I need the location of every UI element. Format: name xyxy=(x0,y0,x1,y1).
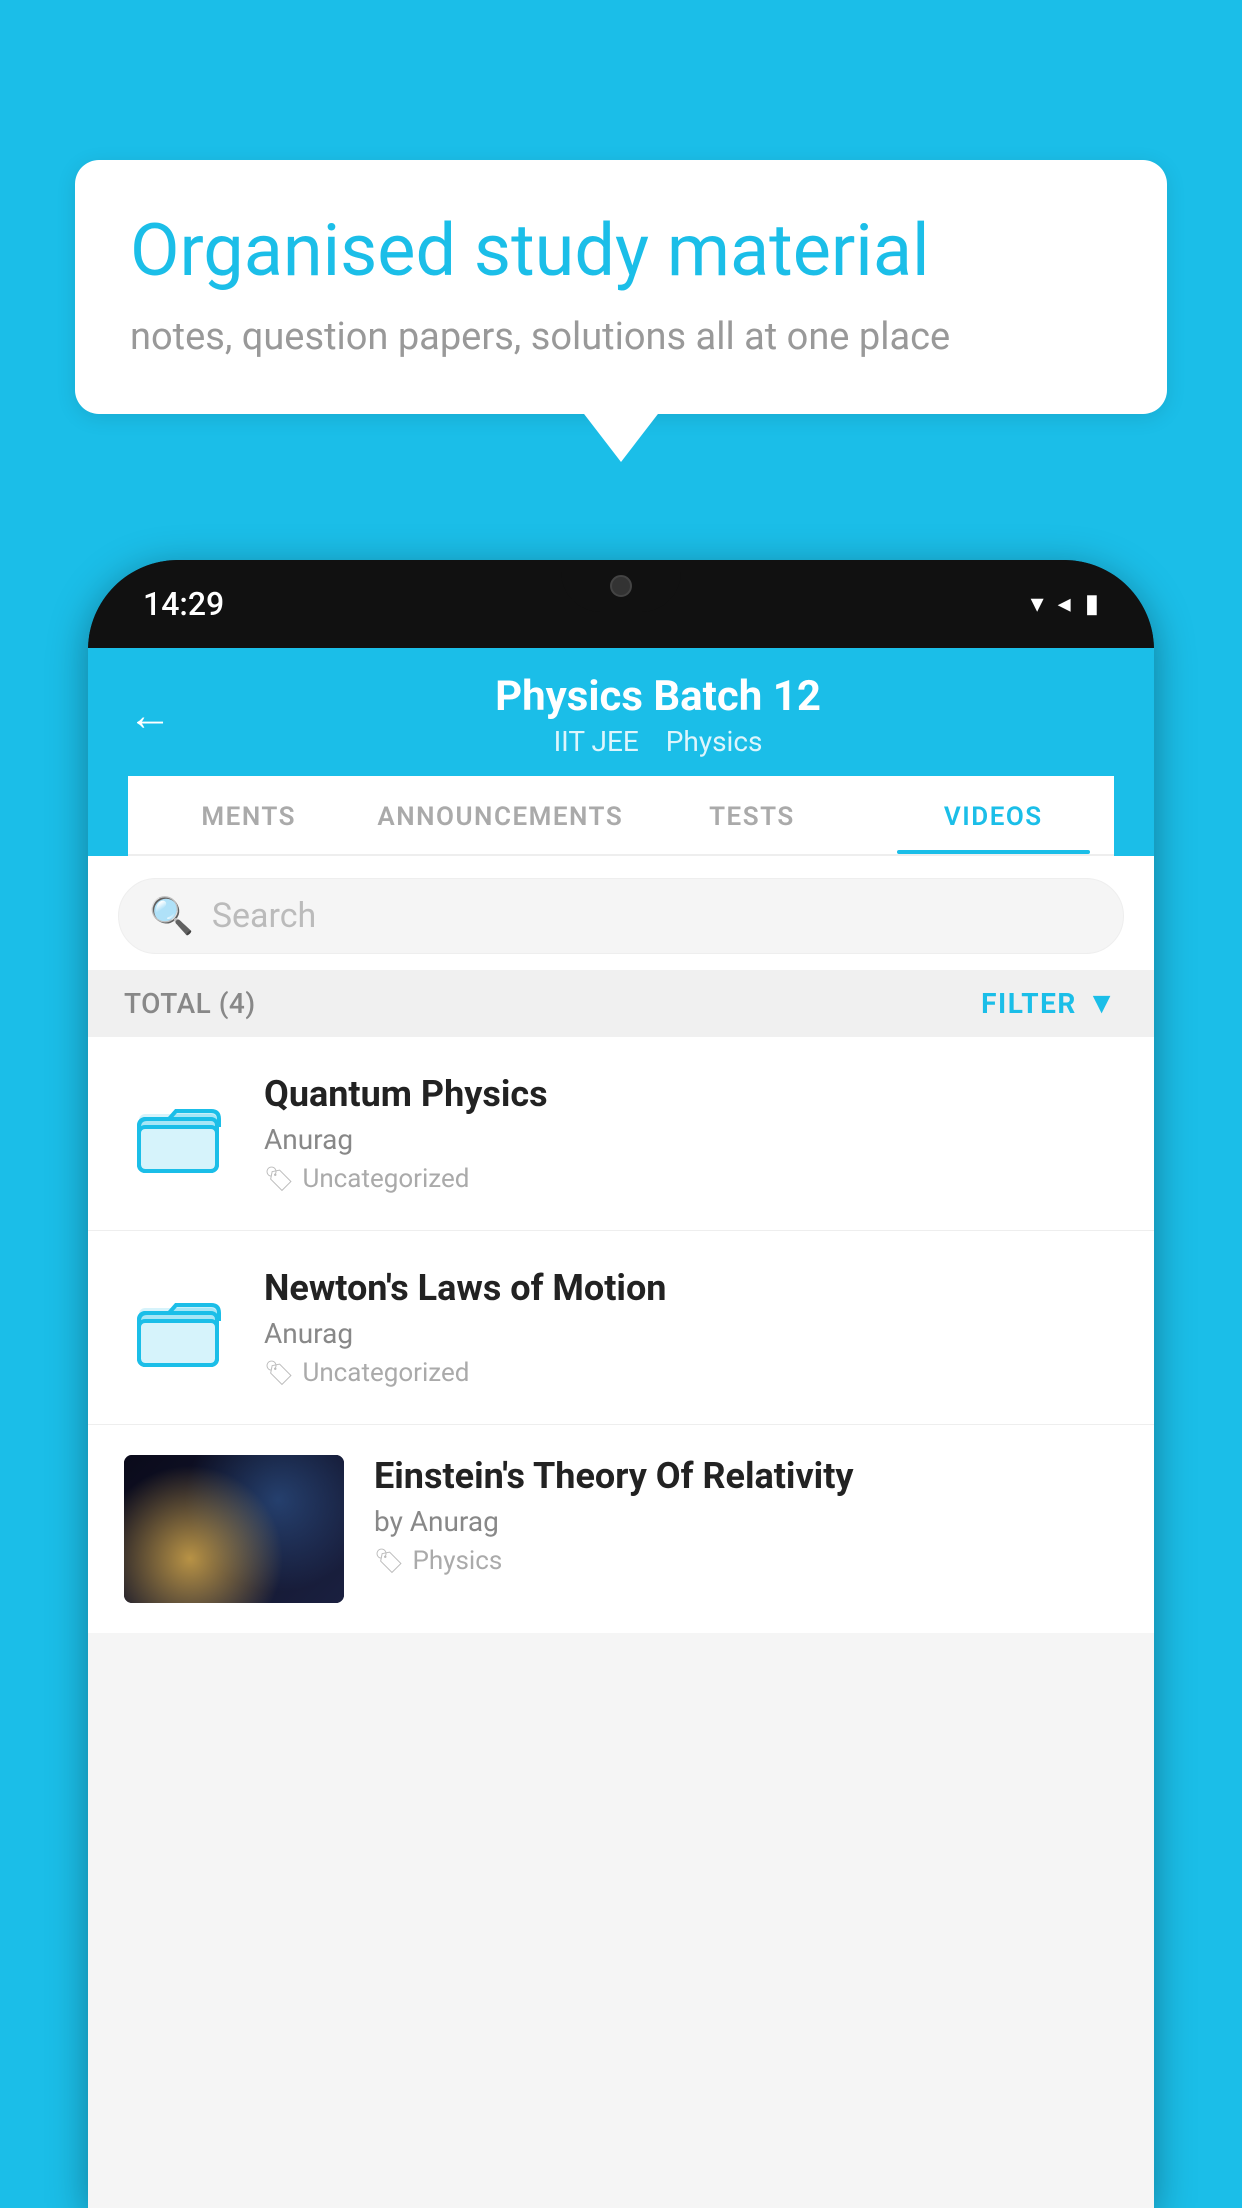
status-time: 14:29 xyxy=(143,585,224,623)
filter-bar: TOTAL (4) FILTER ▼ xyxy=(88,970,1154,1037)
filter-button[interactable]: FILTER ▼ xyxy=(981,986,1118,1021)
signal-icon: ◂ xyxy=(1058,589,1071,619)
camera-dot xyxy=(610,575,632,597)
video-info-1: Quantum Physics Anurag 🏷 Uncategorized xyxy=(264,1073,1118,1194)
tag-label: Physics xyxy=(412,1546,502,1576)
tag-icon: 🏷 xyxy=(264,1165,294,1193)
wifi-icon: ▾ xyxy=(1031,589,1044,619)
search-bar-container: 🔍 Search xyxy=(88,856,1154,970)
video-tag: 🏷 Uncategorized xyxy=(264,1164,1118,1194)
tab-videos[interactable]: VIDEOS xyxy=(873,776,1114,854)
status-icons: ▾ ◂ ▮ xyxy=(1031,589,1099,619)
speech-bubble-subtitle: notes, question papers, solutions all at… xyxy=(130,315,1112,359)
speech-bubble-title: Organised study material xyxy=(130,210,1112,293)
video-info-2: Newton's Laws of Motion Anurag 🏷 Uncateg… xyxy=(264,1267,1118,1388)
tag-label: Uncategorized xyxy=(302,1358,469,1388)
search-bar[interactable]: 🔍 Search xyxy=(118,878,1124,954)
app-screen: ← Physics Batch 12 IIT JEE Physics MENTS… xyxy=(88,648,1154,2208)
video-thumbnail xyxy=(124,1455,344,1603)
batch-title: Physics Batch 12 xyxy=(202,672,1114,721)
folder-thumb-1 xyxy=(124,1079,234,1189)
tag-icon: 🏷 xyxy=(374,1547,404,1575)
video-title: Newton's Laws of Motion xyxy=(264,1267,1118,1309)
folder-icon xyxy=(134,1283,224,1373)
header-title-area: Physics Batch 12 IIT JEE Physics xyxy=(202,672,1114,758)
thumbnail-bg xyxy=(124,1455,344,1603)
tab-tests[interactable]: TESTS xyxy=(631,776,872,854)
status-bar: 14:29 ▾ ◂ ▮ xyxy=(88,560,1154,648)
tag-label: Uncategorized xyxy=(302,1164,469,1194)
video-author: by Anurag xyxy=(374,1505,1118,1538)
list-item[interactable]: Newton's Laws of Motion Anurag 🏷 Uncateg… xyxy=(88,1231,1154,1425)
battery-icon: ▮ xyxy=(1085,589,1099,619)
total-count: TOTAL (4) xyxy=(124,987,256,1020)
search-placeholder: Search xyxy=(212,896,316,936)
video-title: Quantum Physics xyxy=(264,1073,1118,1115)
tab-ments[interactable]: MENTS xyxy=(128,776,369,854)
phone-notch xyxy=(561,560,681,612)
folder-thumb-2 xyxy=(124,1273,234,1383)
speech-bubble: Organised study material notes, question… xyxy=(75,160,1167,414)
tab-bar: MENTS ANNOUNCEMENTS TESTS VIDEOS xyxy=(128,776,1114,856)
filter-label: FILTER xyxy=(981,987,1077,1020)
batch-category: IIT JEE xyxy=(554,725,639,758)
app-header: ← Physics Batch 12 IIT JEE Physics MENTS… xyxy=(88,648,1154,856)
video-author: Anurag xyxy=(264,1123,1118,1156)
video-title: Einstein's Theory Of Relativity xyxy=(374,1455,1118,1497)
video-tag: 🏷 Uncategorized xyxy=(264,1358,1118,1388)
list-item[interactable]: Quantum Physics Anurag 🏷 Uncategorized xyxy=(88,1037,1154,1231)
batch-subtitle: IIT JEE Physics xyxy=(202,725,1114,758)
list-item[interactable]: Einstein's Theory Of Relativity by Anura… xyxy=(88,1425,1154,1633)
batch-subject: Physics xyxy=(666,725,763,758)
phone-frame: 14:29 ▾ ◂ ▮ ← Physics Batch 12 IIT JEE P… xyxy=(88,560,1154,2208)
folder-icon xyxy=(134,1089,224,1179)
tag-icon: 🏷 xyxy=(264,1359,294,1387)
tab-announcements[interactable]: ANNOUNCEMENTS xyxy=(369,776,631,854)
filter-icon: ▼ xyxy=(1087,986,1118,1021)
back-button[interactable]: ← xyxy=(128,689,172,741)
search-icon: 🔍 xyxy=(149,895,194,937)
video-tag: 🏷 Physics xyxy=(374,1546,1118,1576)
video-info-3: Einstein's Theory Of Relativity by Anura… xyxy=(374,1455,1118,1576)
video-list: Quantum Physics Anurag 🏷 Uncategorized xyxy=(88,1037,1154,1633)
video-author: Anurag xyxy=(264,1317,1118,1350)
